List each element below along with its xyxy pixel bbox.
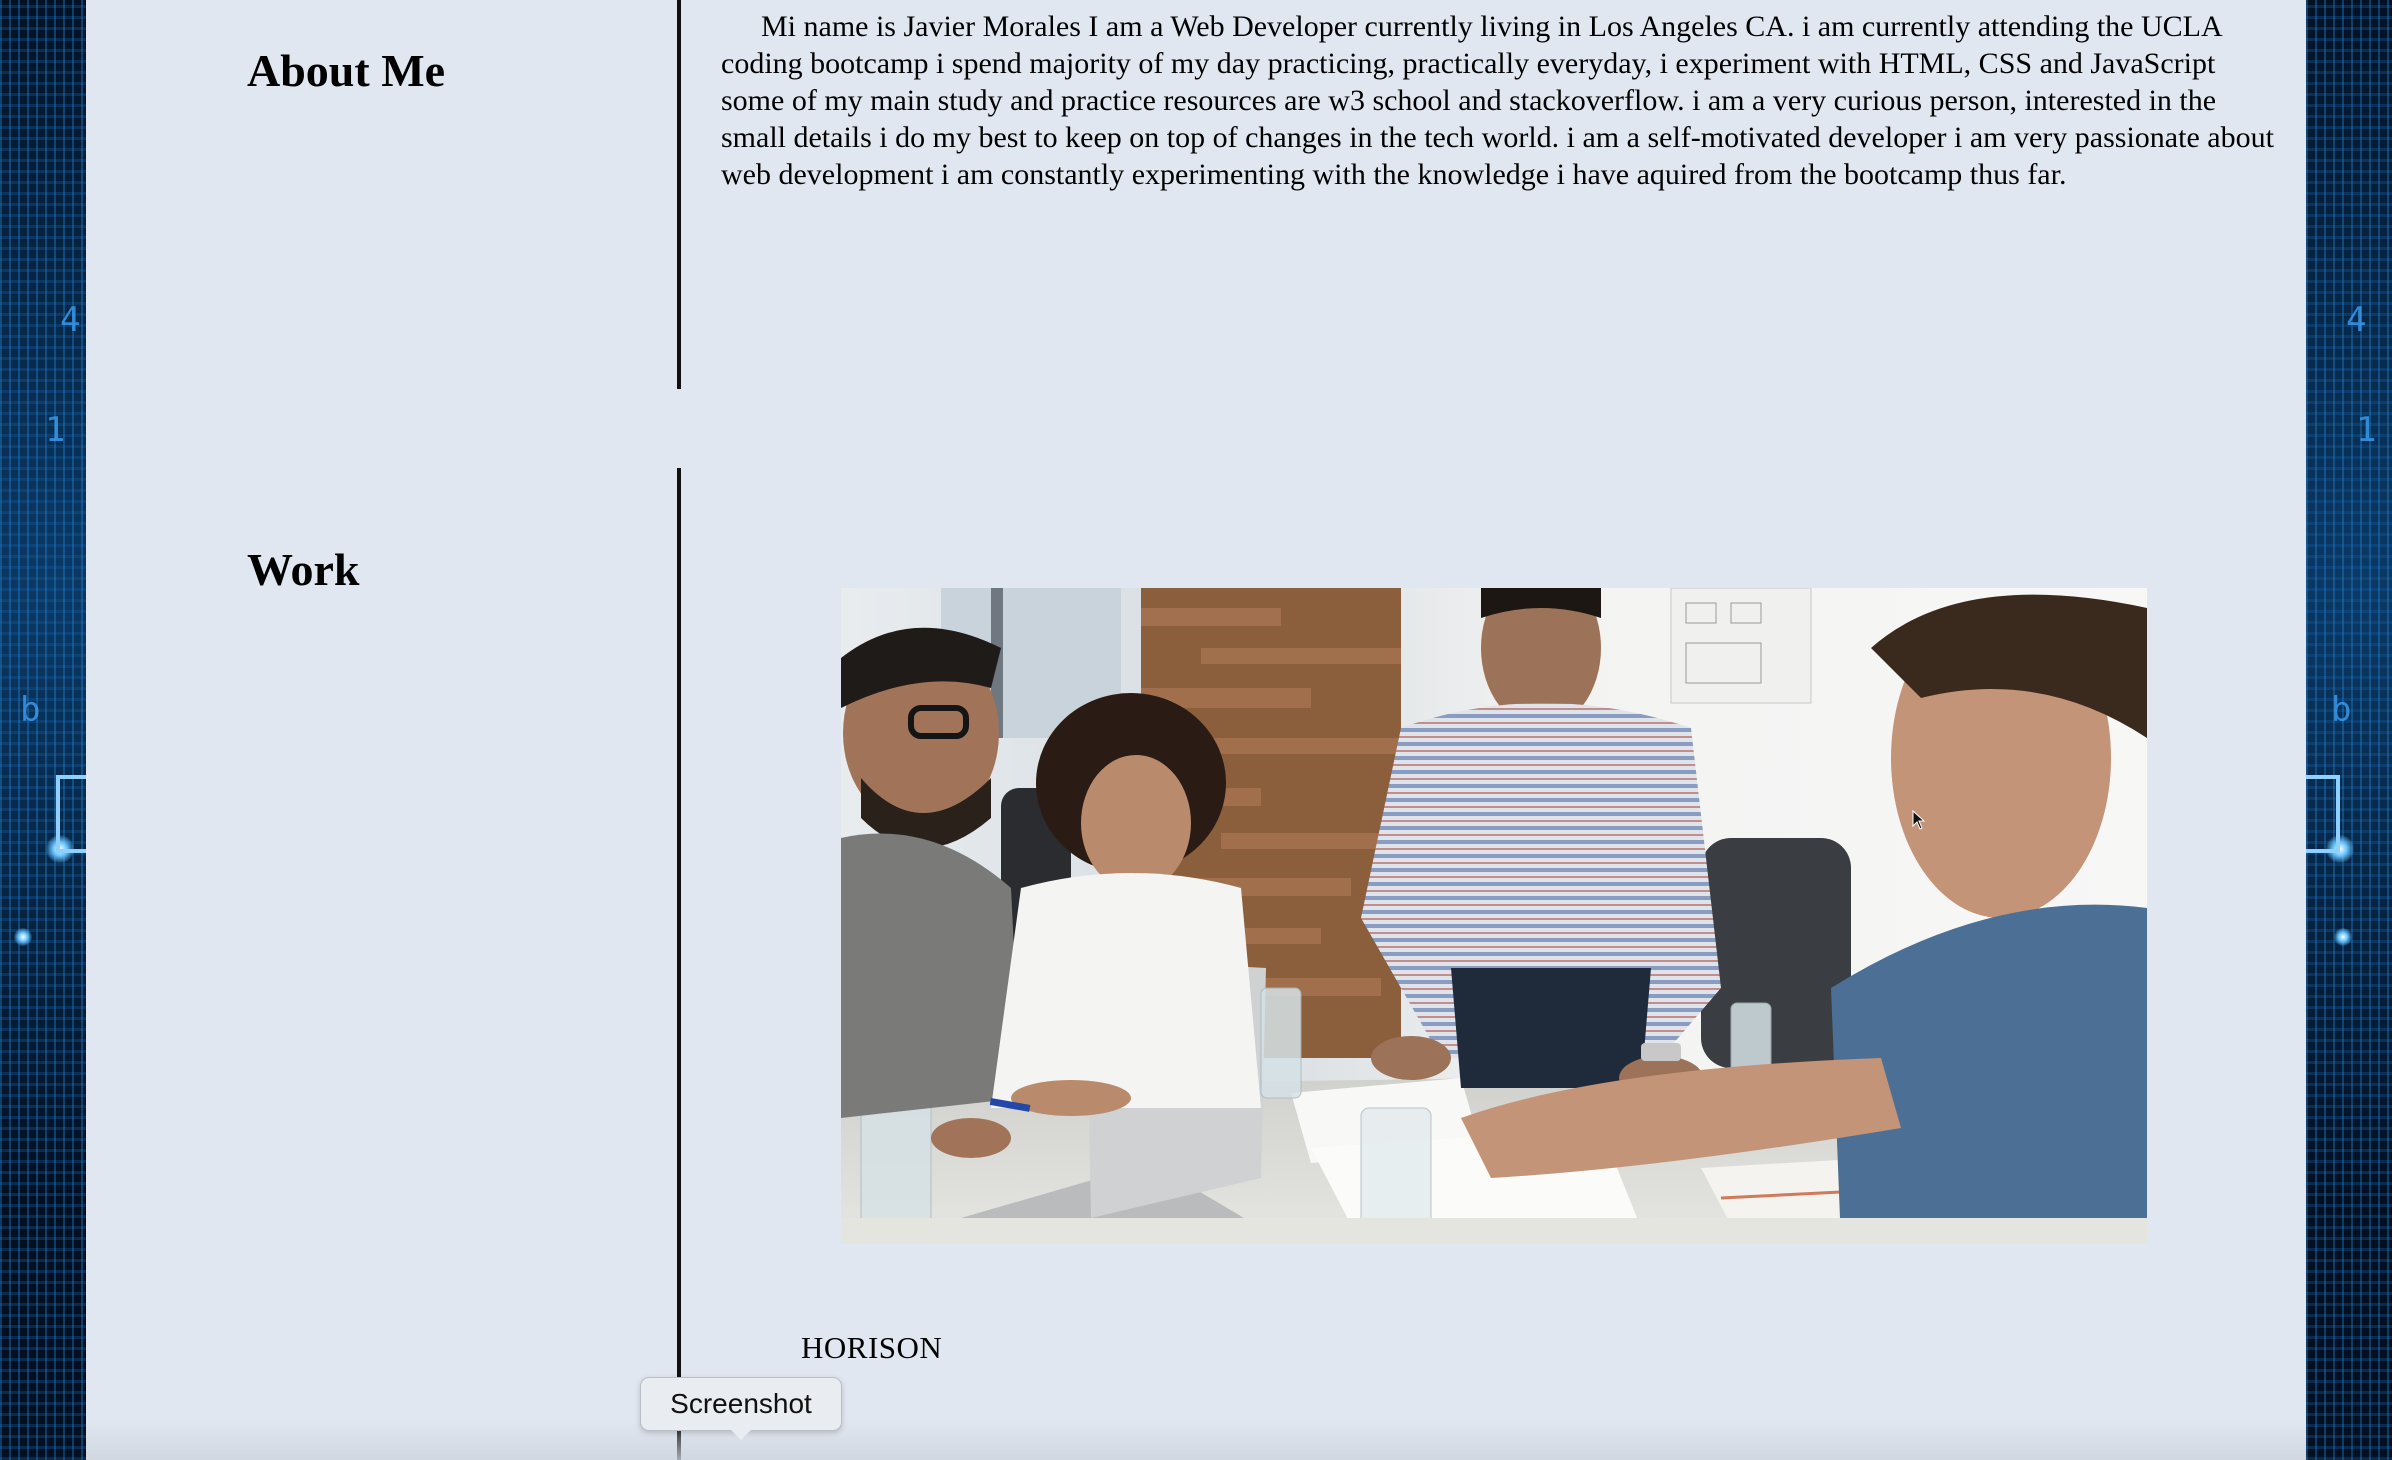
about-heading: About Me [247,45,446,96]
matrix-glyph: 1 [2356,410,2377,450]
screenshot-tooltip[interactable]: Screenshot [640,1377,842,1431]
meeting-photo [841,588,2147,1244]
project-title[interactable]: HORISON [801,1330,942,1366]
matrix-glow [14,928,32,946]
matrix-glyph: b [2331,690,2352,730]
matrix-shape [56,775,86,853]
about-divider [677,0,681,389]
matrix-glyph: 1 [45,410,66,450]
matrix-glyph: 4 [2346,300,2367,340]
work-divider [677,468,681,1460]
matrix-shape [2306,775,2340,853]
work-project-image[interactable] [841,588,2147,1244]
matrix-glow [2334,928,2352,946]
work-heading: Work [247,544,360,595]
portfolio-page: About Me Mi name is Javier Morales I am … [86,0,2306,1460]
matrix-glyph: 4 [60,300,81,340]
background-matrix-left: 4 1 b [0,0,86,1460]
matrix-glyph: b [20,690,41,730]
bottom-fade [86,1420,2306,1460]
tooltip-arrow [729,1428,753,1440]
background-matrix-right: 4 1 b [2306,0,2392,1460]
about-text: Mi name is Javier Morales I am a Web Dev… [721,10,2274,191]
mouse-cursor-icon [1912,810,1926,830]
